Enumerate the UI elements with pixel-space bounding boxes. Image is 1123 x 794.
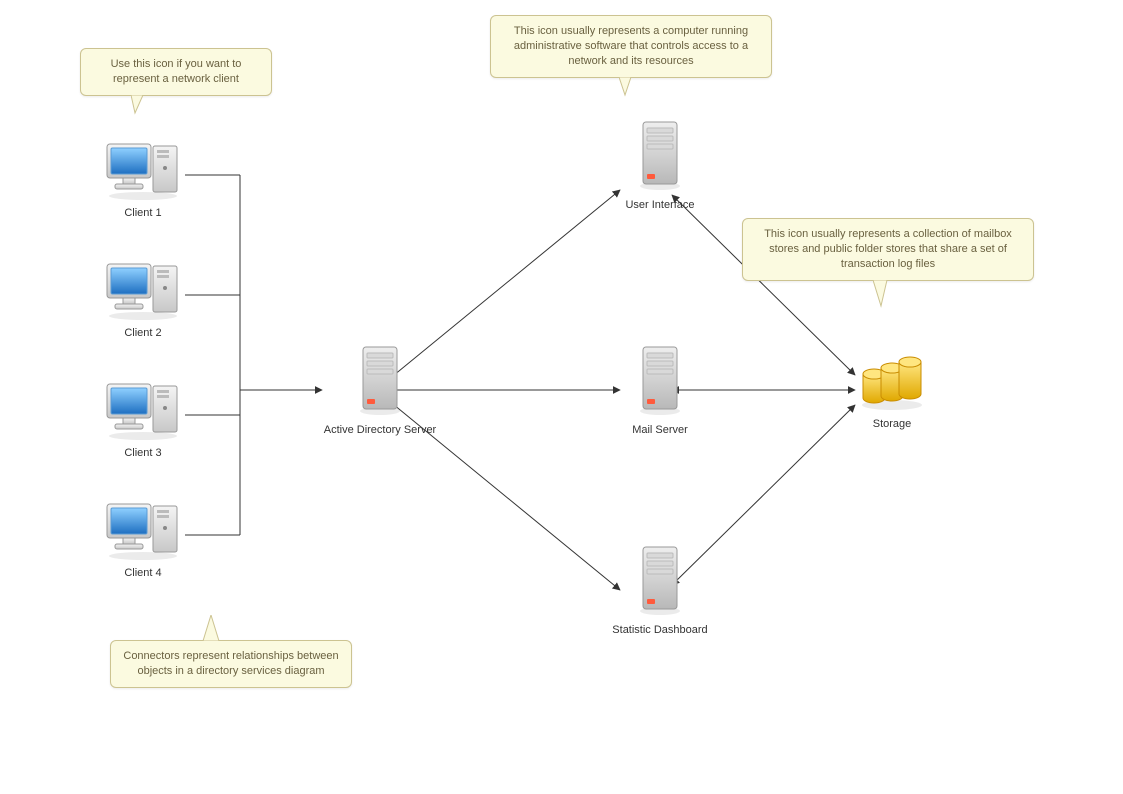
node-label: Storage: [842, 418, 942, 430]
database-icon: [857, 355, 927, 411]
callout-storage: This icon usually represents a collectio…: [742, 218, 1034, 281]
node-label: User Interface: [600, 199, 720, 211]
node-client-3[interactable]: Client 3: [98, 380, 188, 459]
computer-icon: [103, 380, 183, 440]
callout-text: This icon usually represents a computer …: [514, 25, 748, 67]
node-mail-server[interactable]: Mail Server: [600, 345, 720, 436]
node-client-4[interactable]: Client 4: [98, 500, 188, 579]
node-storage[interactable]: Storage: [842, 355, 942, 430]
callout-text: This icon usually represents a collectio…: [764, 228, 1012, 270]
callout-client: Use this icon if you want to represent a…: [80, 48, 272, 96]
node-label: Client 3: [98, 447, 188, 459]
callout-text: Connectors represent relationships betwe…: [123, 650, 338, 677]
node-label: Active Directory Server: [300, 424, 460, 436]
computer-icon: [103, 140, 183, 200]
callout-text: Use this icon if you want to represent a…: [111, 58, 242, 85]
computer-icon: [103, 260, 183, 320]
callout-ui: This icon usually represents a computer …: [490, 15, 772, 78]
node-statistic-dashboard[interactable]: Statistic Dashboard: [590, 545, 730, 636]
node-client-1[interactable]: Client 1: [98, 140, 188, 219]
callout-connector: Connectors represent relationships betwe…: [110, 640, 352, 688]
node-active-directory-server[interactable]: Active Directory Server: [300, 345, 460, 436]
server-icon: [637, 120, 683, 192]
node-label: Mail Server: [600, 424, 720, 436]
node-label: Statistic Dashboard: [590, 624, 730, 636]
node-user-interface[interactable]: User Interface: [600, 120, 720, 211]
node-label: Client 4: [98, 567, 188, 579]
server-icon: [637, 545, 683, 617]
computer-icon: [103, 500, 183, 560]
node-label: Client 2: [98, 327, 188, 339]
server-icon: [357, 345, 403, 417]
node-label: Client 1: [98, 207, 188, 219]
node-client-2[interactable]: Client 2: [98, 260, 188, 339]
server-icon: [637, 345, 683, 417]
